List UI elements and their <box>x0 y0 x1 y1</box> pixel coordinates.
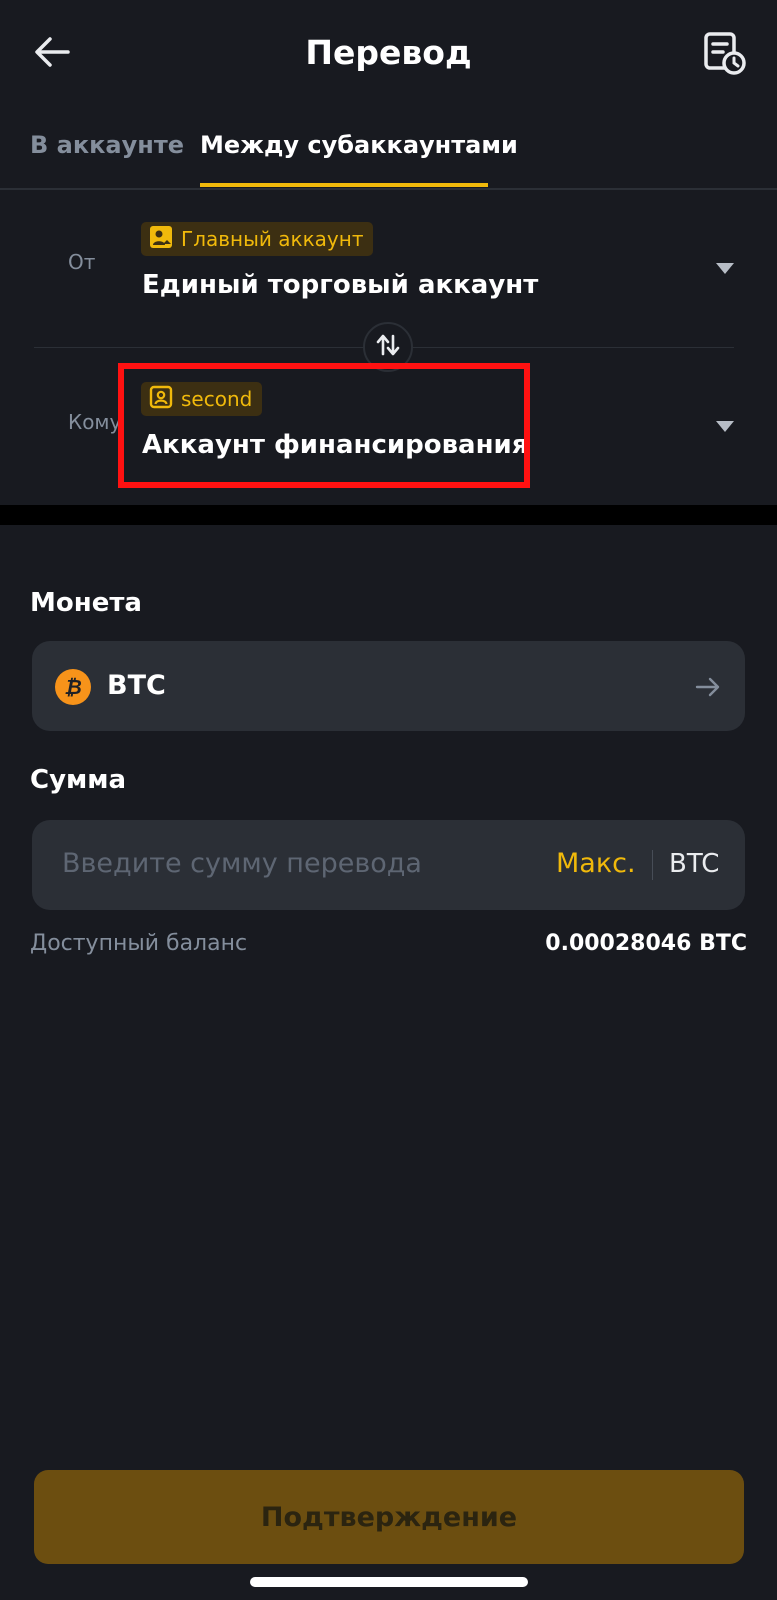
from-account-tag[interactable]: Главный аккаунт <box>141 222 374 256</box>
max-button[interactable]: Макс. <box>556 844 636 884</box>
home-indicator <box>250 1577 528 1587</box>
unit-divider <box>652 850 653 880</box>
from-label: От <box>68 250 96 274</box>
available-balance-label: Доступный баланс <box>30 931 248 956</box>
available-balance-value: 0.00028046 BTC <box>545 931 747 956</box>
tab-between-subaccounts[interactable]: Между субаккаунтами <box>200 128 518 162</box>
coin-section-label: Монета <box>30 588 142 618</box>
confirm-button[interactable]: Подтверждение <box>34 1470 744 1564</box>
highlight-box <box>118 363 530 488</box>
to-dropdown-icon[interactable] <box>716 421 734 432</box>
transfer-history-icon[interactable] <box>703 30 747 76</box>
active-tab-indicator <box>200 183 488 187</box>
amount-unit: BTC <box>669 849 720 879</box>
swap-icon <box>375 332 401 362</box>
amount-input[interactable]: Введите сумму перевода <box>62 844 422 884</box>
bitcoin-icon: ₿ <box>55 669 91 705</box>
page-title: Перевод <box>305 33 472 72</box>
coin-symbol: BTC <box>107 670 166 701</box>
main-account-icon <box>149 225 173 253</box>
section-divider-bar <box>0 505 777 525</box>
tab-in-account[interactable]: В аккаунте <box>30 128 184 162</box>
amount-section-label: Сумма <box>30 765 127 795</box>
from-account-name[interactable]: Единый торговый аккаунт <box>142 267 538 303</box>
from-dropdown-icon[interactable] <box>716 263 734 274</box>
tabs-divider <box>0 188 777 190</box>
arrow-right-icon[interactable] <box>693 672 723 702</box>
from-account-tag-label: Главный аккаунт <box>181 227 364 251</box>
to-label: Кому <box>68 410 122 434</box>
